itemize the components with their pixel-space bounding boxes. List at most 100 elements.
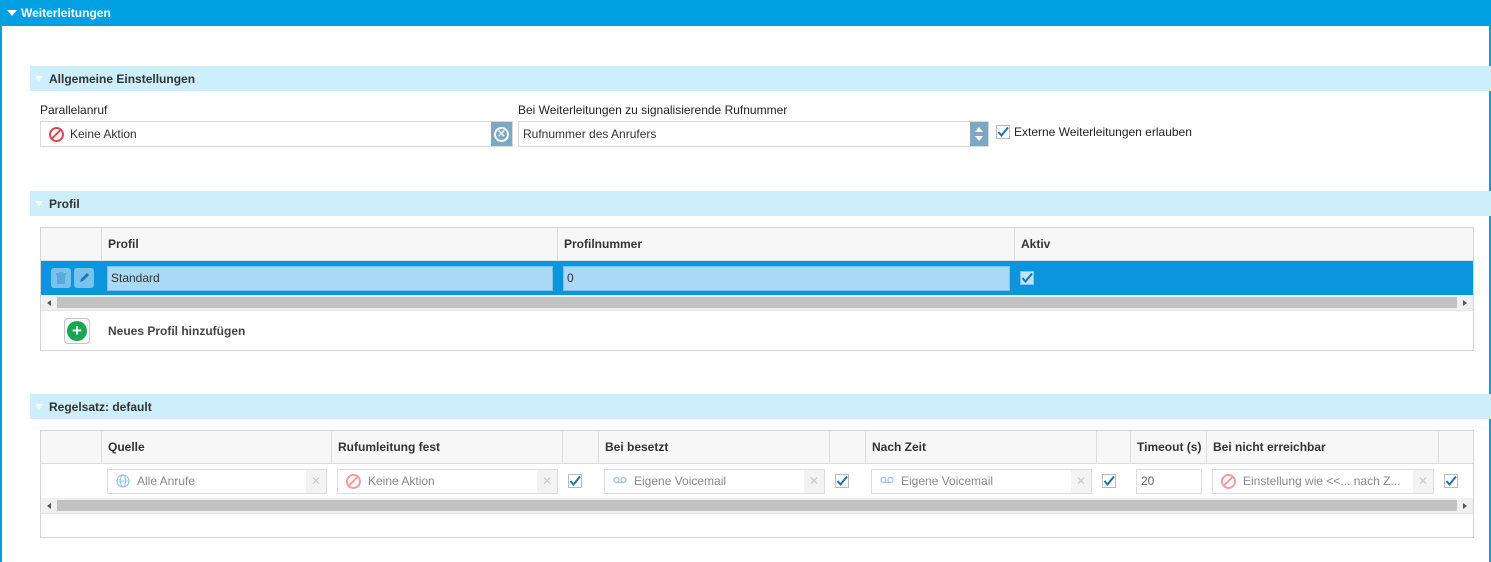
after-time-combo[interactable]: Eigene Voicemail ✕ [871,468,1092,494]
signal-number-value: Rufnummer des Anrufers [523,127,657,141]
unreachable-combo[interactable]: Einstellung wie <<... nach Z... ✕ [1212,468,1434,494]
signal-number-label: Bei Weiterleitungen zu signalisierende R… [518,103,788,117]
unreachable-checkbox[interactable] [1444,474,1458,488]
scroll-right-icon[interactable] [1457,299,1473,306]
fixed-checkbox[interactable] [568,474,582,488]
section-general-header[interactable]: Allgemeine Einstellungen [30,66,1491,91]
profile-name-cell[interactable]: Standard [102,261,558,295]
signal-number-select[interactable]: Rufnummer des Anrufers [518,121,989,147]
column-header-profile-number[interactable]: Profilnummer [558,228,1015,260]
busy-combo[interactable]: Eigene Voicemail ✕ [604,468,825,494]
actions-column-header [41,228,102,260]
chevron-down-icon [975,136,983,141]
no-action-icon [346,473,361,489]
collapse-arrow-icon [35,404,43,409]
scroll-thumb[interactable] [57,500,1457,511]
external-forwarding-label: Externe Weiterleitungen erlauben [1014,125,1192,139]
profile-name-input[interactable]: Standard [107,265,553,291]
column-header-fixed-check [563,431,599,463]
after-time-value: Eigene Voicemail [901,474,994,488]
column-header-fixed[interactable]: Rufumleitung fest [332,431,563,463]
fixed-cell[interactable]: Keine Aktion ✕ [332,464,563,498]
scroll-thumb[interactable] [57,297,1457,308]
clear-button[interactable]: ✕ [491,122,512,146]
busy-checkbox[interactable] [835,474,849,488]
source-combo[interactable]: Alle Anrufe ✕ [107,468,327,494]
voicemail-icon [613,476,627,484]
ruleset-grid: Quelle Rufumleitung fest Bei besetzt Nac… [40,430,1474,538]
external-forwarding-checkbox[interactable] [996,125,1010,139]
section-profile-title: Profil [49,196,80,211]
parallel-call-combo[interactable]: Keine Aktion ✕ [40,121,513,147]
after-time-check-cell[interactable] [1097,464,1131,498]
column-header-busy[interactable]: Bei besetzt [599,431,830,463]
chevron-up-icon [975,127,983,132]
spinner-button[interactable] [970,122,988,146]
column-header-timeout[interactable]: Timeout (s) [1131,431,1207,463]
edit-button[interactable] [74,268,94,288]
delete-button[interactable] [51,268,71,288]
section-general-title: Allgemeine Einstellungen [49,71,196,86]
unreachable-value: Einstellung wie <<... nach Z... [1243,474,1401,488]
after-time-cell[interactable]: Eigene Voicemail ✕ [866,464,1097,498]
column-header-after-time-check [1097,431,1131,463]
clear-button[interactable]: ✕ [306,469,326,493]
profile-active-cell[interactable] [1015,261,1473,295]
column-header-active[interactable]: Aktiv [1015,228,1473,260]
source-cell[interactable]: Alle Anrufe ✕ [102,464,332,498]
table-row[interactable]: Standard 0 [41,261,1473,295]
collapse-arrow-icon [7,10,17,16]
busy-value: Eigene Voicemail [634,474,727,488]
collapse-arrow-icon [35,76,43,81]
profile-grid-header: Profil Profilnummer Aktiv [41,228,1473,261]
section-profile-header[interactable]: Profil [30,191,1491,216]
busy-cell[interactable]: Eigene Voicemail ✕ [599,464,830,498]
unreachable-check-cell[interactable] [1439,464,1473,498]
busy-check-cell[interactable] [830,464,866,498]
actions-column-header [41,431,102,463]
timeout-input[interactable]: 20 [1136,468,1202,494]
ruleset-footer [41,513,1473,537]
row-actions [41,261,102,295]
clear-button[interactable]: ✕ [1071,469,1091,493]
add-profile-button[interactable]: + [64,317,90,344]
row-actions [41,464,102,498]
column-header-profile[interactable]: Profil [102,228,558,260]
ruleset-grid-header: Quelle Rufumleitung fest Bei besetzt Nac… [41,431,1473,464]
panel-header[interactable]: Weiterleitungen [0,0,1491,26]
parallel-call-label: Parallelanruf [40,103,108,117]
fixed-combo[interactable]: Keine Aktion ✕ [337,468,558,494]
scroll-right-icon[interactable] [1457,502,1473,509]
profile-number-input[interactable]: 0 [563,265,1010,291]
profile-active-checkbox[interactable] [1020,271,1034,285]
add-profile-label[interactable]: Neues Profil hinzufügen [108,324,245,338]
scroll-left-icon[interactable] [41,502,57,509]
fixed-value: Keine Aktion [368,474,435,488]
section-ruleset-header[interactable]: Regelsatz: default [30,394,1491,419]
column-header-source[interactable]: Quelle [102,431,332,463]
clear-button[interactable]: ✕ [537,469,557,493]
profile-number-cell[interactable]: 0 [558,261,1015,295]
column-header-busy-check [830,431,866,463]
table-row[interactable]: Alle Anrufe ✕ Keine Aktion ✕ Eigene Voic… [41,464,1473,498]
parallel-call-value: Keine Aktion [70,127,137,141]
clear-button[interactable]: ✕ [1413,469,1433,493]
fixed-check-cell[interactable] [563,464,599,498]
panel-title: Weiterleitungen [21,6,111,20]
clear-icon: ✕ [494,126,509,142]
no-action-icon [49,126,64,142]
scroll-left-icon[interactable] [41,299,57,306]
profile-horizontal-scrollbar[interactable] [41,295,1473,310]
plus-icon: + [67,320,87,341]
pencil-icon [80,273,89,282]
clear-button[interactable]: ✕ [804,469,824,493]
unreachable-cell[interactable]: Einstellung wie <<... nach Z... ✕ [1207,464,1439,498]
add-profile-row: + Neues Profil hinzufügen [41,310,1473,350]
no-action-icon [1221,473,1236,489]
ruleset-horizontal-scrollbar[interactable] [41,498,1473,513]
timeout-cell[interactable]: 20 [1131,464,1207,498]
column-header-unreachable[interactable]: Bei nicht erreichbar [1207,431,1439,463]
column-header-after-time[interactable]: Nach Zeit [866,431,1097,463]
section-ruleset-title: Regelsatz: default [49,399,152,414]
after-time-checkbox[interactable] [1102,474,1116,488]
